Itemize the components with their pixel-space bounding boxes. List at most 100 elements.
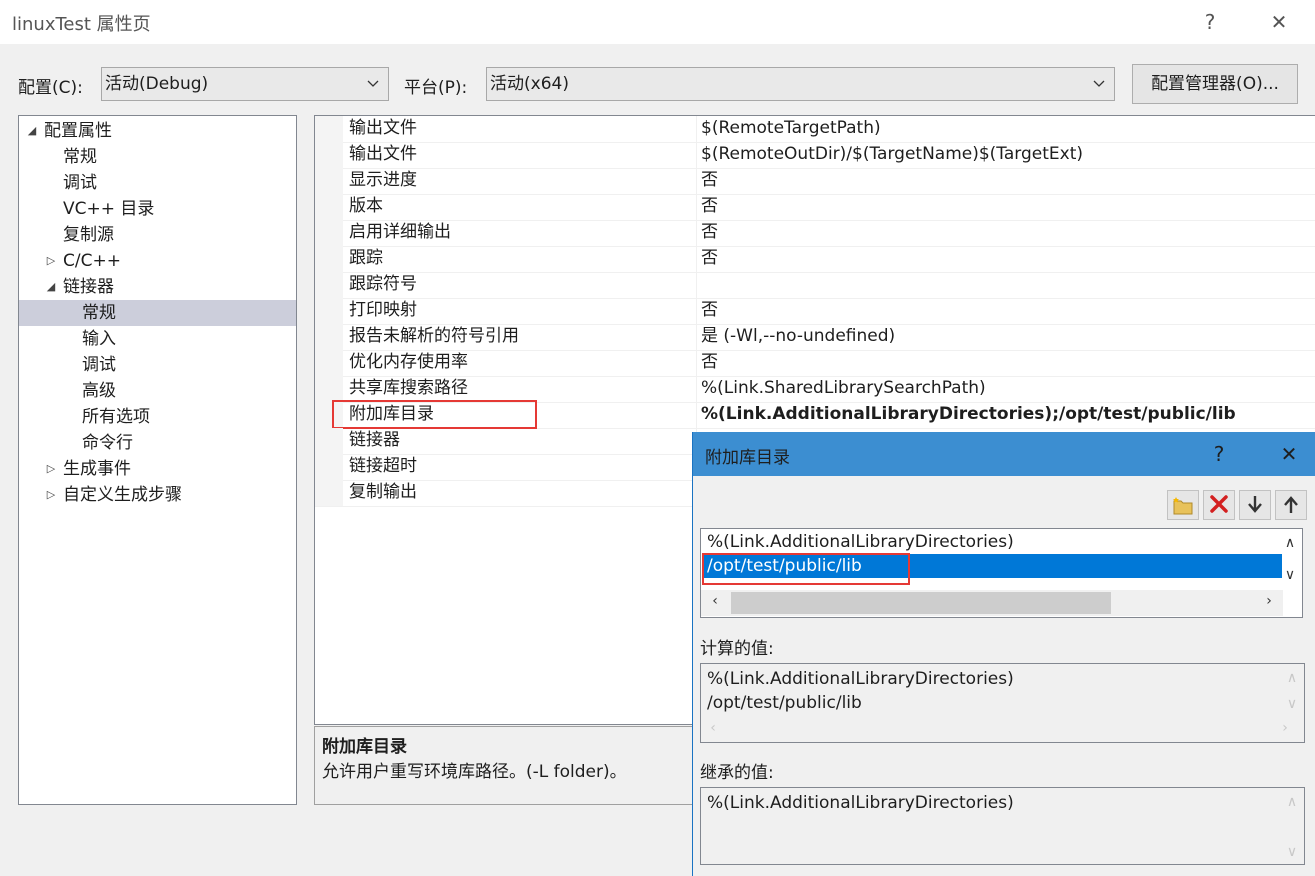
scroll-down-icon[interactable]: ∨ <box>1282 567 1298 583</box>
delete-line-button[interactable] <box>1203 490 1235 520</box>
property-name: 跟踪 <box>349 248 383 268</box>
property-value[interactable]: 否 <box>701 168 718 193</box>
property-tree[interactable]: ◢ 配置属性 常规 调试 VC++ 目录 复制源 ▷ C/C++ ◢ 链接器 常规 输入 调试 高级 所有选… <box>18 115 297 805</box>
tree-item-label: 生成事件 <box>63 459 131 479</box>
property-row[interactable]: 报告未解析的符号引用 是 (-Wl,--no-undefined) <box>315 324 1315 351</box>
tree-item[interactable]: ◢ 链接器 <box>19 274 296 300</box>
inherited-values-box: %(Link.AdditionalLibraryDirectories) ∧ ∨ <box>700 787 1305 865</box>
inherited-label: 继承的值: <box>700 763 774 783</box>
property-value[interactable]: %(Link.AdditionalLibraryDirectories);/op… <box>701 402 1236 427</box>
computed-value: /opt/test/public/lib <box>707 693 862 713</box>
scroll-right-icon[interactable]: › <box>1261 593 1277 609</box>
column-divider <box>696 350 697 376</box>
scroll-down-icon: ∨ <box>1286 844 1298 860</box>
tree-item[interactable]: 命令行 <box>19 430 296 456</box>
move-up-button[interactable] <box>1275 490 1307 520</box>
property-row[interactable]: 启用详细输出 否 <box>315 220 1315 247</box>
scroll-right-icon: › <box>1282 720 1288 736</box>
tree-item[interactable]: ▷ 自定义生成步骤 <box>19 482 296 508</box>
property-value[interactable]: 是 (-Wl,--no-undefined) <box>701 324 895 349</box>
collapse-arrow-icon[interactable]: ◢ <box>45 274 57 300</box>
scroll-left-icon: ‹ <box>710 720 716 736</box>
config-manager-button[interactable]: 配置管理器(O)... <box>1132 64 1298 104</box>
property-name: 优化内存使用率 <box>349 352 468 372</box>
tree-item-label: 命令行 <box>82 433 133 453</box>
property-value[interactable]: %(Link.SharedLibrarySearchPath) <box>701 376 986 401</box>
property-row[interactable]: 共享库搜索路径 %(Link.SharedLibrarySearchPath) <box>315 376 1315 403</box>
property-value[interactable]: 否 <box>701 350 718 375</box>
tree-item[interactable]: ◢ 配置属性 <box>19 118 296 144</box>
row-gutter <box>315 324 343 350</box>
platform-label: 平台(P): <box>404 78 468 98</box>
chevron-down-icon <box>367 80 379 87</box>
expand-arrow-icon[interactable]: ▷ <box>45 482 57 508</box>
property-name: 输出文件 <box>349 144 417 164</box>
tree-item-label: 配置属性 <box>44 121 112 141</box>
property-row[interactable]: 显示进度 否 <box>315 168 1315 195</box>
column-divider <box>696 220 697 246</box>
tree-item[interactable]: 常规 <box>19 300 296 326</box>
row-gutter <box>315 116 343 142</box>
property-name: 版本 <box>349 196 383 216</box>
scroll-up-icon[interactable]: ∧ <box>1282 535 1298 551</box>
close-button[interactable]: ✕ <box>1259 6 1299 38</box>
column-divider <box>696 168 697 194</box>
property-row[interactable]: 跟踪符号 <box>315 272 1315 299</box>
help-button[interactable]: ? <box>1190 6 1230 38</box>
tree-item[interactable]: 调试 <box>19 352 296 378</box>
window-title: linuxTest 属性页 <box>12 14 151 35</box>
tree-item[interactable]: 输入 <box>19 326 296 352</box>
property-name: 复制输出 <box>349 482 417 502</box>
expand-arrow-icon[interactable]: ▷ <box>45 248 57 274</box>
property-name: 启用详细输出 <box>349 222 451 242</box>
tree-item-label: VC++ 目录 <box>63 199 155 219</box>
description-title: 附加库目录 <box>322 737 407 757</box>
property-value[interactable]: 否 <box>701 194 718 219</box>
horizontal-scrollbar[interactable]: ‹ › <box>701 590 1283 616</box>
collapse-arrow-icon[interactable]: ◢ <box>26 118 38 144</box>
property-value[interactable]: 否 <box>701 246 718 271</box>
description-text: 允许用户重写环境库路径。(-L folder)。 <box>322 762 627 782</box>
tree-item[interactable]: VC++ 目录 <box>19 196 296 222</box>
platform-select-value: 活动(x64) <box>490 74 569 94</box>
platform-select[interactable]: 活动(x64) <box>486 67 1115 101</box>
property-row[interactable]: 输出文件 $(RemoteTargetPath) <box>315 116 1315 143</box>
dialog-close-button[interactable]: ✕ <box>1269 438 1309 470</box>
tree-item-label: 复制源 <box>63 225 114 245</box>
tree-item[interactable]: 高级 <box>19 378 296 404</box>
inherited-value: %(Link.AdditionalLibraryDirectories) <box>707 793 1014 813</box>
tree-item[interactable]: 调试 <box>19 170 296 196</box>
tree-item[interactable]: ▷ C/C++ <box>19 248 296 274</box>
arrow-down-icon <box>1248 496 1262 513</box>
property-value[interactable]: $(RemoteOutDir)/$(TargetName)$(TargetExt… <box>701 142 1083 167</box>
tree-item[interactable]: 复制源 <box>19 222 296 248</box>
scroll-left-icon[interactable]: ‹ <box>707 593 723 609</box>
new-folder-icon <box>1173 497 1193 515</box>
property-row[interactable]: 优化内存使用率 否 <box>315 350 1315 377</box>
scroll-up-icon: ∧ <box>1286 794 1298 810</box>
property-row[interactable]: 输出文件 $(RemoteOutDir)/$(TargetName)$(Targe… <box>315 142 1315 169</box>
scrollbar-thumb[interactable] <box>731 592 1111 614</box>
tree-item[interactable]: 常规 <box>19 144 296 170</box>
row-gutter <box>315 272 343 298</box>
property-value[interactable]: $(RemoteTargetPath) <box>701 116 881 141</box>
tree-item[interactable]: 所有选项 <box>19 404 296 430</box>
list-item[interactable]: %(Link.AdditionalLibraryDirectories) <box>707 530 1014 554</box>
property-value[interactable]: 否 <box>701 298 718 323</box>
row-gutter <box>315 376 343 402</box>
property-row[interactable]: 跟踪 否 <box>315 246 1315 273</box>
property-value[interactable]: 否 <box>701 220 718 245</box>
config-select[interactable]: 活动(Debug) <box>101 67 389 101</box>
directory-list[interactable]: %(Link.AdditionalLibraryDirectories) /op… <box>700 528 1303 618</box>
tree-item[interactable]: ▷ 生成事件 <box>19 456 296 482</box>
property-row[interactable]: 附加库目录 %(Link.AdditionalLibraryDirectories… <box>315 400 1315 429</box>
column-divider <box>696 324 697 350</box>
move-down-button[interactable] <box>1239 490 1271 520</box>
dialog-help-button[interactable]: ? <box>1199 438 1239 470</box>
property-row[interactable]: 版本 否 <box>315 194 1315 221</box>
property-row[interactable]: 打印映射 否 <box>315 298 1315 325</box>
new-line-button[interactable] <box>1167 490 1199 520</box>
expand-arrow-icon[interactable]: ▷ <box>45 456 57 482</box>
config-select-value: 活动(Debug) <box>105 74 209 94</box>
tree-item-label: 所有选项 <box>82 407 150 427</box>
